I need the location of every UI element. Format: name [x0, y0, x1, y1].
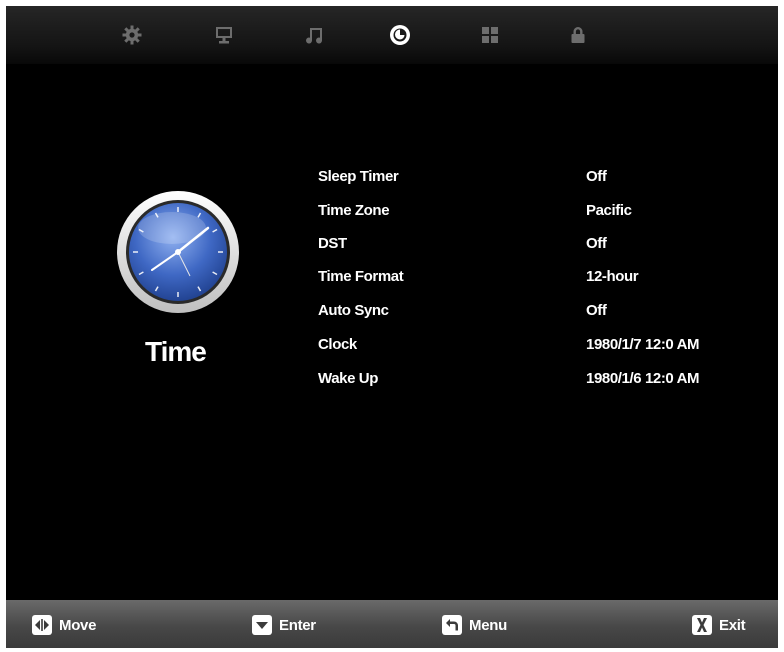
- down-arrow-icon: [252, 615, 272, 635]
- setting-label: Time Zone: [318, 202, 390, 219]
- setting-row-time-zone[interactable]: Time Zone Pacific: [306, 198, 746, 224]
- setting-row-wake-up[interactable]: Wake Up 1980/1/6 12:0 AM: [306, 366, 746, 392]
- setting-value: 1980/1/6 12:0 AM: [586, 370, 700, 387]
- menu-hint[interactable]: Menu: [442, 614, 507, 636]
- setting-value: 12-hour: [586, 268, 639, 285]
- settings-list: Sleep Timer Off Time Zone Pacific DST Of…: [6, 6, 778, 606]
- setting-label: Time Format: [318, 268, 404, 285]
- move-hint[interactable]: Move: [32, 614, 96, 636]
- setting-label: Auto Sync: [318, 302, 389, 319]
- setting-value: Pacific: [586, 202, 632, 219]
- setting-row-sleep-timer[interactable]: Sleep Timer Off: [306, 164, 746, 190]
- left-right-arrows-icon: [32, 615, 52, 635]
- setting-value: Off: [586, 235, 607, 252]
- setting-row-clock[interactable]: Clock 1980/1/7 12:0 AM: [306, 332, 746, 358]
- setting-value: 1980/1/7 12:0 AM: [586, 336, 700, 353]
- enter-label: Enter: [279, 616, 316, 634]
- setting-label: Sleep Timer: [318, 168, 399, 185]
- exit-label: Exit: [719, 616, 746, 634]
- bottom-hint-bar: Move Enter Menu Exit: [6, 600, 778, 648]
- setting-value: Off: [586, 302, 607, 319]
- move-label: Move: [59, 616, 97, 634]
- return-arrow-icon: [442, 615, 462, 635]
- setting-row-auto-sync[interactable]: Auto Sync Off: [306, 298, 746, 324]
- setting-row-dst[interactable]: DST Off: [306, 231, 746, 257]
- menu-label: Menu: [469, 616, 507, 634]
- exit-hint[interactable]: Exit: [692, 614, 746, 636]
- setting-row-time-format[interactable]: Time Format 12-hour: [306, 264, 746, 290]
- screen: Time Sleep Timer Off Time Zone Pacific D…: [6, 6, 778, 648]
- setting-value: Off: [586, 168, 607, 185]
- exit-x-icon: [692, 615, 712, 635]
- setting-label: Clock: [318, 336, 357, 353]
- enter-hint[interactable]: Enter: [252, 614, 316, 636]
- setting-label: Wake Up: [318, 370, 378, 387]
- setting-label: DST: [318, 235, 347, 252]
